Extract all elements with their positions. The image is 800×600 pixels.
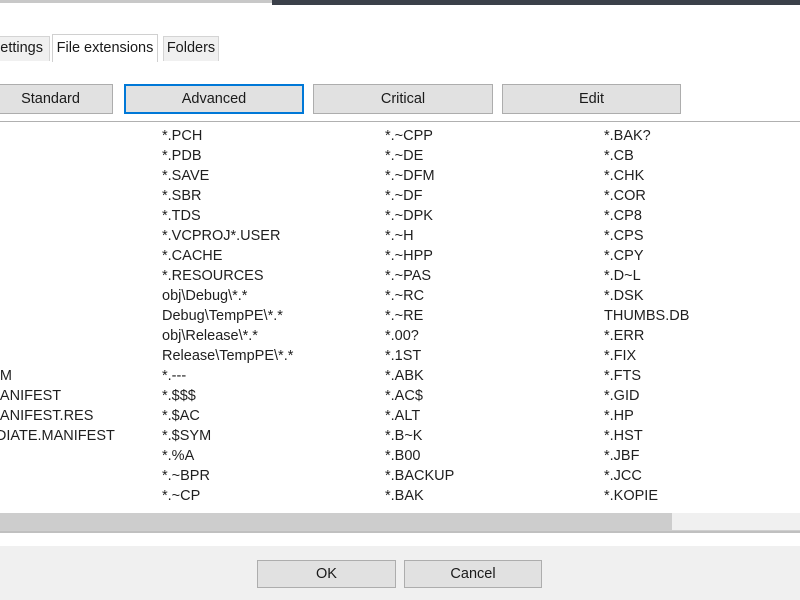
extension-list-item[interactable]: *.~DE — [385, 146, 600, 166]
extension-list-item[interactable]: *.~DF — [385, 186, 600, 206]
extension-list-item[interactable]: *.SAVE — [162, 166, 382, 186]
extension-list-item[interactable]: *.KOPIE — [604, 486, 800, 506]
extension-list-item[interactable]: *.B~K — [385, 426, 600, 446]
tab-file-extensions[interactable]: File extensions — [52, 34, 158, 62]
extension-list-item — [0, 126, 164, 146]
window-top-light-strip — [0, 0, 272, 3]
extension-list-item[interactable]: *.~BPR — [162, 466, 382, 486]
extension-list-item[interactable]: *.JBF — [604, 446, 800, 466]
extension-list-item[interactable]: obj\Debug\*.* — [162, 286, 382, 306]
extension-list-item[interactable]: *.~DFM — [385, 166, 600, 186]
extension-list-item — [0, 286, 164, 306]
extension-list-item[interactable]: *.FIX — [604, 346, 800, 366]
cancel-button[interactable]: Cancel — [404, 560, 542, 588]
extension-list-item[interactable]: *.FTS — [604, 366, 800, 386]
extension-list-item[interactable]: obj\Release\*.* — [162, 326, 382, 346]
ok-button[interactable]: OK — [257, 560, 396, 588]
extension-list-item[interactable]: *.D~L — [604, 266, 800, 286]
horizontal-scrollbar-thumb[interactable] — [0, 513, 672, 530]
dialog-footer: OK Cancel — [0, 545, 800, 600]
extension-list-item[interactable]: *.HP — [604, 406, 800, 426]
extension-list-item[interactable]: *.CB — [604, 146, 800, 166]
extension-list-item[interactable]: *.$SYM — [162, 426, 382, 446]
extension-list-item[interactable]: *.BAK? — [604, 126, 800, 146]
extension-list-item — [0, 246, 164, 266]
extension-list-item[interactable]: *.CPY — [604, 246, 800, 266]
extension-list-item — [0, 266, 164, 286]
extension-list-item — [0, 206, 164, 226]
extension-list-item[interactable]: *.~PAS — [385, 266, 600, 286]
extension-list-item[interactable]: *.$AC — [162, 406, 382, 426]
extension-list-item[interactable]: *.B00 — [385, 446, 600, 466]
scrollbar-separator — [0, 531, 800, 533]
extension-list-item — [0, 446, 164, 466]
extension-list-item[interactable]: *.PCH — [162, 126, 382, 146]
extension-list-item[interactable]: BED.MANIFEST.RES — [0, 406, 164, 426]
extension-list-item[interactable]: *.BACKUP — [385, 466, 600, 486]
extension-list-item[interactable]: *.CHK — [604, 166, 800, 186]
extension-list-item[interactable]: *.SBR — [162, 186, 382, 206]
horizontal-scrollbar[interactable] — [0, 513, 800, 531]
extension-list-item[interactable]: *.CPS — [604, 226, 800, 246]
edit-button[interactable]: Edit — [502, 84, 681, 114]
extension-list-item[interactable]: *.ABK — [385, 366, 600, 386]
extension-list-item[interactable]: *.COR — [604, 186, 800, 206]
extension-list-item[interactable]: ERMEDIATE.MANIFEST — [0, 426, 164, 446]
extension-list-item — [0, 486, 164, 506]
extension-list-item[interactable]: BED.MANIFEST — [0, 386, 164, 406]
extension-list-item[interactable]: *.~CP — [162, 486, 382, 506]
extension-column-2: *.PCH*.PDB*.SAVE*.SBR*.TDS*.VCPROJ*.USER… — [162, 126, 382, 506]
extension-column-1: OG.HTMBED.MANIFESTBED.MANIFEST.RESERMEDI… — [0, 126, 164, 506]
window-title-bar-strip — [272, 0, 800, 5]
extension-list-item[interactable]: *.~RE — [385, 306, 600, 326]
extension-list-item — [0, 146, 164, 166]
category-button-row: Standard Advanced Critical Edit — [0, 84, 800, 114]
extension-list-item — [0, 186, 164, 206]
extension-list-item[interactable]: *.RESOURCES — [162, 266, 382, 286]
extension-list-item[interactable]: *.~DPK — [385, 206, 600, 226]
extension-list-item[interactable]: *.~H — [385, 226, 600, 246]
extension-list-item — [0, 346, 164, 366]
extension-list-item[interactable]: *.00? — [385, 326, 600, 346]
extension-list-item[interactable]: OG.HTM — [0, 366, 164, 386]
standard-button[interactable]: Standard — [0, 84, 113, 114]
extension-column-4: *.BAK?*.CB*.CHK*.COR*.CP8*.CPS*.CPY*.D~L… — [604, 126, 800, 506]
critical-button[interactable]: Critical — [313, 84, 493, 114]
extension-list-item[interactable]: *.$$$ — [162, 386, 382, 406]
extension-list-item — [0, 166, 164, 186]
extension-list-item[interactable]: *.HST — [604, 426, 800, 446]
advanced-button[interactable]: Advanced — [124, 84, 304, 114]
extension-list[interactable]: OG.HTMBED.MANIFESTBED.MANIFEST.RESERMEDI… — [0, 121, 800, 512]
extension-list-item — [0, 226, 164, 246]
tab-settings[interactable]: ettings — [0, 36, 50, 61]
extension-list-item[interactable]: Release\TempPE\*.* — [162, 346, 382, 366]
extension-list-item[interactable]: THUMBS.DB — [604, 306, 800, 326]
extension-list-item[interactable]: *.PDB — [162, 146, 382, 166]
extension-list-item[interactable]: *.JCC — [604, 466, 800, 486]
extension-list-item[interactable]: *.--- — [162, 366, 382, 386]
extension-list-item[interactable]: *.ERR — [604, 326, 800, 346]
extension-list-item[interactable]: *.%A — [162, 446, 382, 466]
extension-list-item — [0, 466, 164, 486]
extension-list-item[interactable]: *.~RC — [385, 286, 600, 306]
extension-list-item — [0, 306, 164, 326]
extension-list-item[interactable]: *.BAK — [385, 486, 600, 506]
extension-list-item[interactable]: *.CP8 — [604, 206, 800, 226]
dialog-window: ettings File extensions Folders Standard… — [0, 0, 800, 600]
extension-list-item — [0, 326, 164, 346]
extension-list-item[interactable]: *.DSK — [604, 286, 800, 306]
extension-list-item[interactable]: *.AC$ — [385, 386, 600, 406]
tab-folders[interactable]: Folders — [163, 36, 219, 61]
extension-list-item[interactable]: *.1ST — [385, 346, 600, 366]
extension-list-item[interactable]: *.~CPP — [385, 126, 600, 146]
extension-list-item[interactable]: *.CACHE — [162, 246, 382, 266]
tab-bar: ettings File extensions Folders — [0, 34, 800, 62]
extension-list-item[interactable]: *.TDS — [162, 206, 382, 226]
extension-list-item[interactable]: *.ALT — [385, 406, 600, 426]
extension-list-item[interactable]: *.~HPP — [385, 246, 600, 266]
extension-list-item[interactable]: Debug\TempPE\*.* — [162, 306, 382, 326]
extension-list-item[interactable]: *.GID — [604, 386, 800, 406]
extension-list-item[interactable]: *.VCPROJ*.USER — [162, 226, 382, 246]
extension-column-3: *.~CPP*.~DE*.~DFM*.~DF*.~DPK*.~H*.~HPP*.… — [385, 126, 600, 506]
